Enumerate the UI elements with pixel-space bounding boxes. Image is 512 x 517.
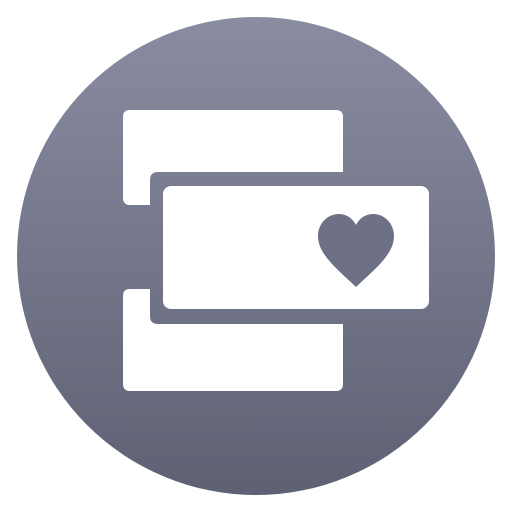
app-icon[interactable]	[0, 0, 512, 512]
app-icon-graphic	[17, 17, 495, 495]
